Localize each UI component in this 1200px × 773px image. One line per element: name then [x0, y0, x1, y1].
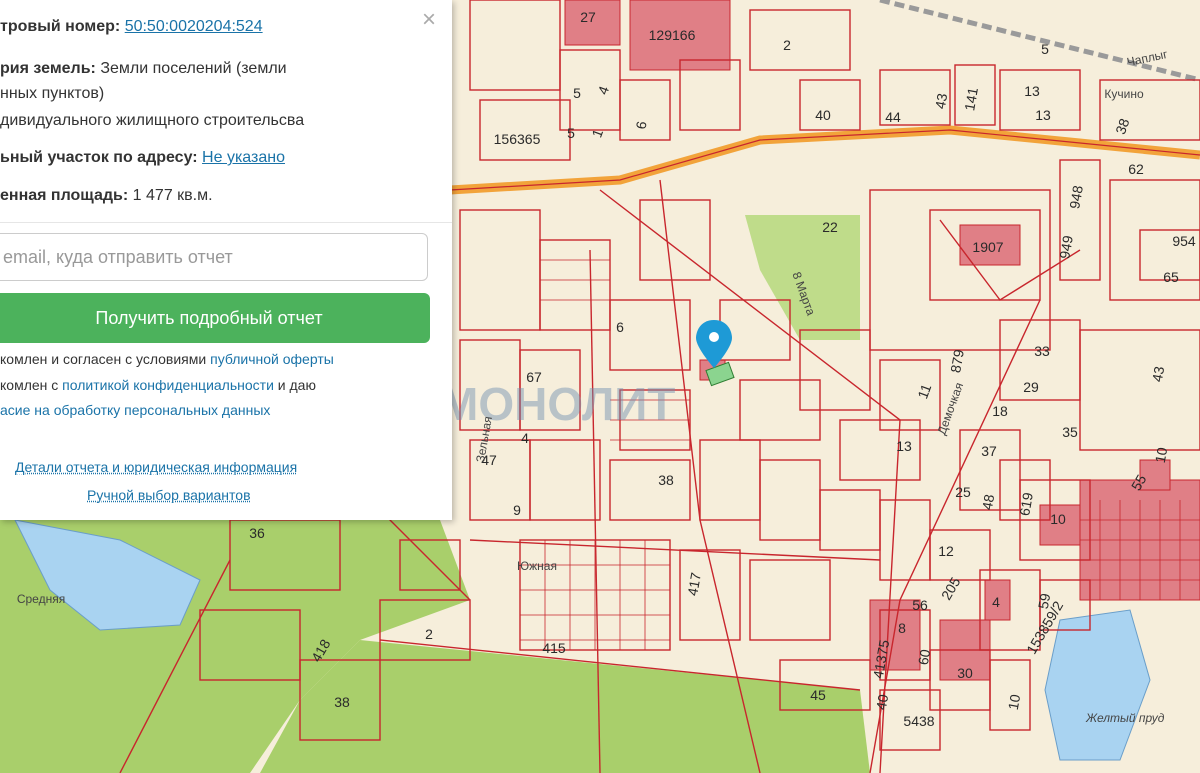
parcel-label: 10 — [1152, 446, 1170, 464]
close-icon[interactable]: × — [417, 8, 441, 32]
cadastral-label: тровый номер: — [0, 18, 121, 35]
parcel-label: 33 — [1034, 343, 1050, 359]
consent-text-1: комлен и согласен с условиями — [0, 351, 211, 367]
parcel-label: 43 — [1149, 365, 1167, 383]
cadastral-link[interactable]: 50:50:0020204:524 — [125, 18, 263, 35]
category-row: рия земель: Земли поселений (земли — [0, 60, 287, 78]
parcel-label: 415 — [542, 640, 566, 656]
parcel-label: 5 — [573, 85, 581, 101]
parcel-label: 13 — [1024, 83, 1040, 99]
street-label: Южная — [517, 559, 557, 573]
divider — [0, 222, 452, 223]
consent-line-3: асие на обработку персональных данных — [0, 402, 270, 418]
cadastral-row: тровый номер: 50:50:0020204:524 — [0, 18, 263, 36]
parcel-label: 1907 — [972, 239, 1003, 255]
parcel-label: 5 — [1041, 41, 1049, 57]
category-line2: нных пунктов) — [0, 85, 105, 102]
parcel-label: 25 — [955, 484, 971, 500]
parcel-label: 9 — [513, 502, 521, 518]
category-value: Земли поселений (земли — [100, 60, 287, 77]
watermark-monolit: МОНОЛИТ — [440, 378, 675, 430]
area-label: енная площадь: — [0, 187, 129, 204]
parcel-label: 40 — [815, 107, 831, 123]
parcel-label: 43 — [932, 92, 950, 110]
street-label: Кучино — [1104, 87, 1144, 101]
parcel-label: 5438 — [903, 713, 934, 729]
parcel-label: 4 — [521, 430, 529, 446]
parcel-label: 13 — [1035, 107, 1051, 123]
parcel-label: 62 — [1128, 161, 1144, 177]
parcel-label: 45 — [810, 687, 826, 703]
parcel-label: 40 — [873, 693, 891, 711]
parcel-label: 44 — [885, 109, 901, 125]
parcel-label: 35 — [1062, 424, 1078, 440]
parcel-label: 954 — [1172, 233, 1196, 249]
parcel-label: 30 — [957, 665, 973, 681]
address-label: ьный участок по адресу: — [0, 149, 198, 166]
area-value: 1 477 кв.м. — [132, 187, 213, 204]
parcel-label: 2 — [425, 626, 433, 642]
category-label: рия земель: — [0, 60, 96, 77]
consent-line-2: комлен с политикой конфиденциальности и … — [0, 377, 316, 393]
get-report-button[interactable]: Получить подробный отчет — [0, 293, 430, 343]
privacy-policy-link[interactable]: политикой конфиденциальности — [62, 377, 274, 393]
parcel-label: 27 — [580, 9, 596, 25]
parcel-label: 12 — [938, 543, 954, 559]
street-label: Желтый пруд — [1085, 711, 1165, 725]
manual-choice-link[interactable]: Ручной выбор вариантов — [87, 487, 251, 503]
parcel-label: 60 — [915, 648, 933, 666]
personal-data-link[interactable]: асие на обработку персональных данных — [0, 402, 270, 418]
email-field[interactable] — [0, 233, 428, 281]
parcel-label: 38 — [334, 694, 350, 710]
parcel-label: 22 — [822, 219, 838, 235]
parcel-label: 13 — [896, 438, 912, 454]
parcel-label: 4 — [992, 594, 1000, 610]
parcel-label: 10 — [1050, 511, 1066, 527]
public-offer-link[interactable]: публичной оферты — [210, 351, 334, 367]
parcel-label: 67 — [526, 369, 542, 385]
street-label: Средняя — [17, 592, 65, 606]
parcel-label: 129166 — [649, 27, 696, 43]
permitted-use: дивидуального жилищного строительсва — [0, 112, 305, 129]
parcel-label: 18 — [992, 403, 1008, 419]
address-link[interactable]: Не указано — [202, 149, 285, 166]
consent-line-1: комлен и согласен с условиями публичной … — [0, 351, 334, 367]
parcel-label: 8 — [898, 620, 906, 636]
consent-tail-2: и даю — [273, 377, 316, 393]
info-panel: × тровый номер: 50:50:0020204:524 рия зе… — [0, 0, 452, 520]
parcel-label: 10 — [1005, 693, 1023, 711]
parcel-label: 36 — [249, 525, 265, 541]
details-link[interactable]: Детали отчета и юридическая информация — [15, 459, 297, 475]
parcel-label: 37 — [981, 443, 997, 459]
parcel-label: 29 — [1023, 379, 1039, 395]
parcel-label: 6 — [616, 319, 624, 335]
parcel-label: 156365 — [494, 131, 541, 147]
parcel-label: 2 — [783, 37, 791, 53]
parcel-label: 56 — [912, 597, 928, 613]
parcel-label: 48 — [979, 493, 997, 511]
parcel-label: 65 — [1163, 269, 1179, 285]
parcel-label: 5 — [567, 125, 575, 141]
parcel-label: 38 — [658, 472, 674, 488]
address-row: ьный участок по адресу: Не указано — [0, 149, 285, 167]
area-row: енная площадь: 1 477 кв.м. — [0, 187, 213, 205]
consent-text-2: комлен с — [0, 377, 63, 393]
